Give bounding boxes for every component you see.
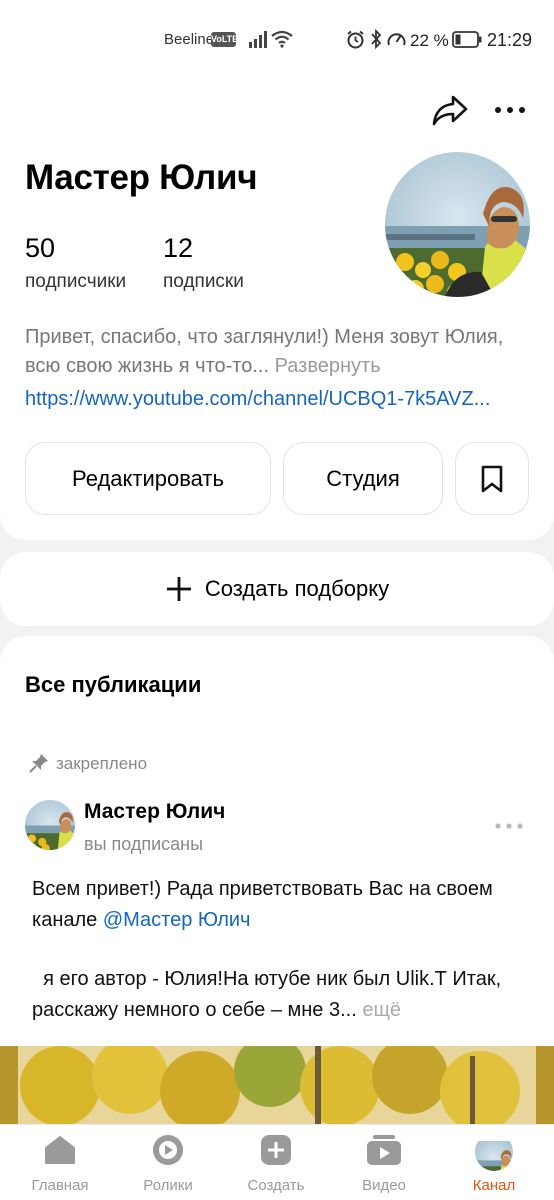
bookmark-button[interactable] (455, 442, 529, 515)
plus-icon (166, 577, 191, 601)
post-text-part2: я его автор - Юлия!На ютубе ник был Ulik… (32, 968, 507, 1021)
wifi-icon (271, 30, 293, 48)
autumn-trees-photo (0, 1046, 554, 1126)
subscribers-count[interactable]: 50 (25, 233, 55, 264)
carrier-name: Beeline (164, 31, 215, 48)
subscribers-label[interactable]: подписчики (25, 271, 126, 293)
bio-expand-link[interactable]: Развернуть (275, 355, 381, 377)
edit-button[interactable]: Редактировать (25, 442, 271, 515)
nav-label-clips: Ролики (143, 1177, 193, 1194)
bookmark-icon (481, 465, 503, 492)
post-mention-link[interactable]: @Мастер Юлич (103, 909, 251, 931)
battery-percent: 22 % (410, 31, 449, 50)
post-image[interactable] (0, 1046, 554, 1126)
battery-icon (452, 31, 482, 48)
nav-label-video: Видео (362, 1177, 406, 1194)
feed-title: Все публикации (25, 672, 202, 697)
pinned-label: закреплено (56, 754, 148, 773)
post-more-icon[interactable] (492, 818, 526, 834)
home-icon (45, 1136, 75, 1164)
post-text-continued: я его автор - Юлия!На ютубе ник был Ulik… (32, 964, 526, 1026)
post-read-more-link[interactable]: ещё (362, 999, 401, 1021)
nav-label-home: Главная (31, 1177, 89, 1194)
video-icon (367, 1135, 401, 1165)
nav-item-clips[interactable]: Ролики (113, 1125, 223, 1200)
post-subscription-status: вы подписаны (84, 834, 204, 854)
more-options-icon[interactable] (490, 96, 530, 124)
alarm-icon (347, 30, 364, 49)
channel-external-link[interactable]: https://www.youtube.com/channel/UCBQ1-7k… (25, 388, 530, 411)
nav-item-video[interactable]: Видео (329, 1125, 439, 1200)
bottom-navigation: Главная Ролики Создать Видео Канал (0, 1124, 554, 1200)
pin-icon (29, 754, 48, 773)
bio-text: Привет, спасибо, что заглянули!) Меня зо… (25, 326, 504, 377)
post-text: Всем привет!) Рада приветствовать Вас на… (32, 874, 526, 936)
channel-name: Мастер Юлич (25, 158, 258, 197)
channel-avatar-icon (475, 1133, 513, 1171)
bluetooth-icon (371, 29, 382, 49)
clock-time: 21:29 (487, 30, 533, 50)
post-text-part1: Всем привет!) Рада приветствовать Вас на… (32, 878, 493, 931)
edit-button-label: Редактировать (72, 465, 224, 491)
nav-label-channel: Канал (472, 1177, 516, 1194)
create-collection-label: Создать подборку (204, 576, 390, 601)
nav-item-create[interactable]: Создать (221, 1125, 331, 1200)
signal-icon (249, 31, 267, 48)
avatar-photo (385, 152, 530, 297)
create-collection-button[interactable]: Создать подборку (0, 552, 554, 626)
studio-button-label: Студия (326, 465, 400, 491)
clips-icon (153, 1135, 183, 1165)
speed-icon (387, 33, 406, 46)
nav-label-create: Создать (247, 1177, 305, 1194)
studio-button[interactable]: Студия (283, 442, 443, 515)
channel-bio: Привет, спасибо, что заглянули!) Меня зо… (25, 323, 530, 381)
share-icon[interactable] (430, 92, 470, 128)
subscriptions-count[interactable]: 12 (163, 233, 193, 264)
channel-avatar[interactable] (385, 152, 530, 297)
post-author-avatar[interactable] (25, 800, 75, 850)
nav-item-home[interactable]: Главная (5, 1125, 115, 1200)
subscriptions-label[interactable]: подписки (163, 271, 244, 293)
avatar-photo-small (25, 800, 75, 850)
nav-item-channel[interactable]: Канал (439, 1125, 549, 1200)
post-author-name[interactable]: Мастер Юлич (84, 800, 225, 824)
status-bar: Beeline VoLTE 22 % 21:29 (0, 0, 554, 82)
create-icon (261, 1135, 291, 1165)
volte-badge: VoLTE (211, 32, 238, 47)
